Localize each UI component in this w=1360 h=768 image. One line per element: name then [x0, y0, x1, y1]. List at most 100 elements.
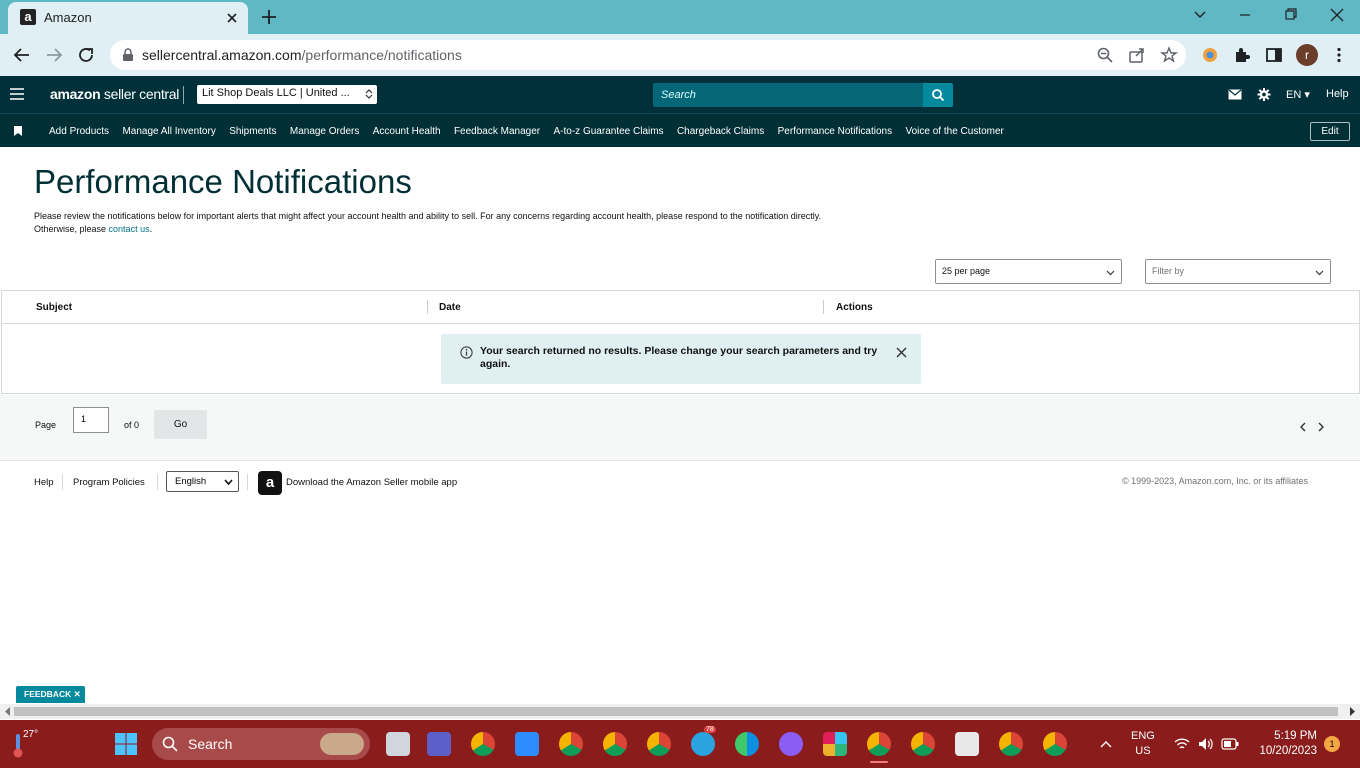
- nav-manage-all-inventory[interactable]: Manage All Inventory: [122, 126, 215, 137]
- windows-start-icon[interactable]: [114, 732, 138, 756]
- share-icon[interactable]: [1128, 46, 1146, 64]
- telegram-app-icon[interactable]: 78: [691, 726, 716, 756]
- new-tab-icon[interactable]: [260, 8, 278, 26]
- description-suffix: .: [149, 224, 153, 234]
- chrome-profile-app-icon[interactable]: [647, 732, 671, 756]
- feedback-label: FEEDBACK: [24, 689, 72, 699]
- edge-app-icon[interactable]: [735, 732, 759, 756]
- input-language: ENG: [1131, 730, 1155, 742]
- chrome-app-icon[interactable]: [471, 732, 495, 756]
- file-explorer-app-icon[interactable]: [386, 732, 410, 756]
- contact-us-link[interactable]: contact us: [109, 224, 150, 234]
- language-selector[interactable]: EN ▾: [1286, 88, 1310, 101]
- nav-add-products[interactable]: Add Products: [49, 126, 109, 137]
- hamburger-menu-icon[interactable]: [10, 88, 24, 100]
- next-page-icon[interactable]: [1317, 422, 1325, 432]
- meet-app-icon[interactable]: [427, 732, 451, 756]
- search-button[interactable]: [923, 83, 953, 107]
- footer-help-link[interactable]: Help: [34, 477, 54, 488]
- chrome-profile-app-icon[interactable]: [999, 732, 1023, 756]
- address-bar[interactable]: sellercentral.amazon.com/performance/not…: [110, 40, 1186, 70]
- chrome-active-app-icon[interactable]: [867, 732, 891, 756]
- account-selector[interactable]: Lit Shop Deals LLC | United ...: [197, 85, 377, 104]
- horizontal-scrollbar[interactable]: [0, 704, 1360, 719]
- zoom-app-icon[interactable]: [515, 732, 539, 756]
- url-text: sellercentral.amazon.com/performance/not…: [142, 47, 462, 63]
- settings-gear-icon[interactable]: [1257, 88, 1271, 101]
- column-date[interactable]: Date: [439, 302, 461, 313]
- nav-account-health[interactable]: Account Health: [373, 126, 441, 137]
- scroll-left-icon[interactable]: [5, 707, 11, 716]
- download-app-link[interactable]: Download the Amazon Seller mobile app: [286, 477, 457, 488]
- nav-performance-notifications[interactable]: Performance Notifications: [778, 126, 893, 137]
- search-input[interactable]: Search: [653, 83, 923, 107]
- nav-manage-orders[interactable]: Manage Orders: [290, 126, 359, 137]
- account-selector-value: Lit Shop Deals LLC | United ...: [202, 87, 350, 99]
- input-language-indicator[interactable]: ENG US: [1131, 729, 1155, 759]
- close-feedback-icon[interactable]: ✕: [74, 689, 81, 699]
- seller-central-logo[interactable]: amazon seller central: [50, 86, 179, 102]
- lock-icon[interactable]: [122, 48, 134, 62]
- nav-chargeback-claims[interactable]: Chargeback Claims: [677, 126, 764, 137]
- messenger-app-icon[interactable]: [779, 732, 803, 756]
- page-number-input[interactable]: 1: [73, 407, 109, 433]
- column-divider: [427, 300, 428, 314]
- search-icon: [162, 736, 178, 752]
- reload-icon[interactable]: [77, 46, 95, 64]
- snipping-tool-app-icon[interactable]: [955, 732, 979, 756]
- clock-time: 5:19 PM: [1274, 730, 1317, 742]
- nav-voice-of-the-customer[interactable]: Voice of the Customer: [906, 126, 1004, 137]
- extension-color-icon[interactable]: [1201, 46, 1219, 64]
- footer-language-select[interactable]: English: [166, 471, 239, 492]
- nav-feedback-manager[interactable]: Feedback Manager: [454, 126, 540, 137]
- close-window-icon[interactable]: [1327, 6, 1347, 24]
- filter-by-select[interactable]: Filter by: [1145, 259, 1331, 284]
- program-policies-link[interactable]: Program Policies: [73, 477, 145, 488]
- extensions-puzzle-icon[interactable]: [1233, 46, 1251, 64]
- bookmark-star-icon[interactable]: [1160, 46, 1178, 64]
- mail-icon[interactable]: [1228, 88, 1242, 101]
- close-tab-icon[interactable]: [224, 10, 240, 26]
- nav-a-to-z-claims[interactable]: A-to-z Guarantee Claims: [554, 126, 664, 137]
- tab-search-chevron-icon[interactable]: [1190, 6, 1210, 24]
- zoom-icon[interactable]: [1096, 46, 1114, 64]
- slack-app-icon[interactable]: [823, 732, 847, 756]
- restore-icon[interactable]: [1281, 6, 1301, 24]
- minimize-icon[interactable]: [1235, 6, 1255, 24]
- help-link[interactable]: Help: [1326, 88, 1349, 100]
- chrome-profile-app-icon[interactable]: [911, 732, 935, 756]
- navigation-bar: Add Products Manage All Inventory Shipme…: [0, 113, 1360, 147]
- column-subject[interactable]: Subject: [36, 302, 72, 313]
- bookmark-icon[interactable]: [14, 126, 22, 136]
- divider: [183, 86, 184, 104]
- per-page-select[interactable]: 25 per page: [935, 259, 1122, 284]
- feedback-button[interactable]: FEEDBACK ✕: [16, 686, 85, 703]
- amazon-favicon-icon: a: [20, 9, 36, 25]
- chrome-profile-app-icon[interactable]: [1043, 732, 1067, 756]
- browser-menu-icon[interactable]: [1330, 46, 1348, 64]
- scroll-right-icon[interactable]: [1349, 707, 1355, 716]
- scrollbar-thumb[interactable]: [14, 707, 1338, 716]
- go-button[interactable]: Go: [154, 410, 207, 439]
- chrome-profile-app-icon[interactable]: [603, 732, 627, 756]
- weather-widget[interactable]: 27°: [12, 729, 42, 759]
- nav-shipments[interactable]: Shipments: [229, 126, 276, 137]
- system-clock[interactable]: 5:19 PM 10/20/2023: [1255, 729, 1317, 759]
- forward-arrow-icon[interactable]: [45, 46, 63, 64]
- previous-page-icon[interactable]: [1299, 422, 1307, 432]
- wifi-icon[interactable]: [1174, 737, 1190, 751]
- show-hidden-icons-chevron-icon[interactable]: [1100, 740, 1112, 748]
- amazon-app-icon[interactable]: a: [258, 471, 282, 495]
- back-arrow-icon[interactable]: [13, 46, 31, 64]
- profile-avatar[interactable]: r: [1296, 44, 1318, 66]
- chrome-profile-app-icon[interactable]: [559, 732, 583, 756]
- volume-icon[interactable]: [1198, 737, 1214, 751]
- close-alert-icon[interactable]: [896, 347, 907, 358]
- browser-tab[interactable]: a Amazon: [8, 2, 248, 34]
- edit-nav-button[interactable]: Edit: [1310, 122, 1350, 141]
- battery-icon[interactable]: [1221, 738, 1239, 750]
- taskbar-search[interactable]: Search: [152, 728, 370, 760]
- side-panel-icon[interactable]: [1265, 46, 1283, 64]
- language-value: EN: [1286, 89, 1302, 101]
- notification-badge[interactable]: 1: [1324, 736, 1340, 752]
